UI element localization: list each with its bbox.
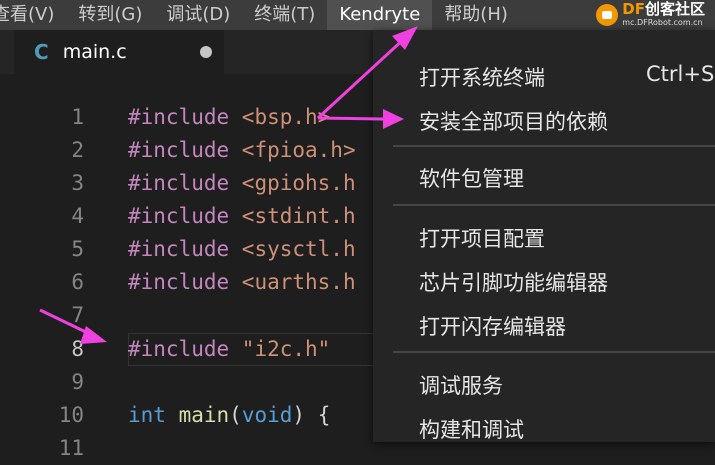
code-text: #include <sysctl.h [128,237,356,261]
watermark-brand: DF创客社区 [622,0,705,18]
line-number: 11 [58,436,84,460]
menu-item-open-system-terminal[interactable]: 打开系统终端 [419,62,545,92]
watermark-url: mc.DFRobot.com.cn [622,18,703,27]
menu-debug[interactable]: 调试(D) [154,0,242,30]
menu-help[interactable]: 帮助(H) [432,0,520,30]
tab-label: main.c [62,41,127,63]
shortcut-label: Ctrl+Sh [646,62,715,86]
watermark-text: DF创客社区 mc.DFRobot.com.cn [622,2,705,27]
menu-separator [393,145,715,147]
code-text: #include <bsp.h> [128,105,331,129]
line-number: 2 [71,138,84,162]
menu-kendryte[interactable]: Kendryte [327,0,433,30]
line-number: 1 [71,105,84,129]
menu-separator [393,351,715,353]
line-number: 5 [71,237,84,261]
tab-main-c[interactable]: C main.c [14,30,224,74]
line-number: 4 [71,204,84,228]
dfrobot-watermark: DF创客社区 mc.DFRobot.com.cn [596,2,705,27]
menu-item-project-config[interactable]: 打开项目配置 [419,223,545,253]
code-text: #include "i2c.h" [128,337,331,361]
line-number: 7 [71,303,84,327]
menu-item-debug-server[interactable]: 调试服务 [419,370,503,400]
code-text: #include <stdint.h [128,204,356,228]
dfrobot-logo-icon [596,3,619,26]
line-number: 9 [71,370,84,394]
line-number: 3 [71,171,84,195]
code-text: #include <fpioa.h> [128,138,356,162]
menu-item-pin-function-editor[interactable]: 芯片引脚功能编辑器 [419,267,608,297]
menu-item-build-and-debug[interactable]: 构建和调试 [419,414,524,444]
line-number: 8 [71,337,84,361]
code-text: #include <uarths.h [128,270,356,294]
unsaved-dot-icon[interactable] [200,46,212,58]
code-text: #include <gpiohs.h [128,171,356,195]
line-number: 6 [71,270,84,294]
menu-item-package-manager[interactable]: 软件包管理 [419,163,524,193]
menu-item-install-dependencies[interactable]: 安装全部项目的依赖 [419,106,608,136]
menu-view[interactable]: 查看(V) [0,0,66,30]
line-number: 10 [58,403,84,427]
code-text: int main(void) { [128,403,331,427]
menu-separator [393,204,715,206]
menu-terminal[interactable]: 终端(T) [242,0,327,30]
c-file-icon: C [34,40,49,64]
kendryte-menu-dropdown: 打开系统终端 Ctrl+Sh 安装全部项目的依赖 软件包管理 打开项目配置 芯片… [373,30,715,442]
menu-item-flash-editor[interactable]: 打开闪存编辑器 [419,311,566,341]
menu-go[interactable]: 转到(G) [66,0,154,30]
